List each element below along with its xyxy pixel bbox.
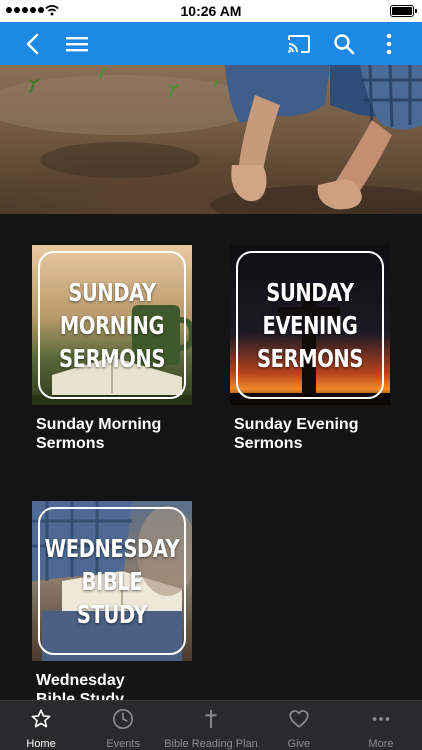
tab-give[interactable]: Give: [258, 701, 340, 750]
hero-image: [0, 65, 422, 214]
thumb-line: MORNING: [59, 310, 165, 340]
more-options-button[interactable]: [369, 22, 409, 65]
thumb-line: SERMONS: [256, 343, 364, 373]
thumb-line: WEDNESDAY: [44, 533, 180, 563]
tab-events[interactable]: Events: [82, 701, 164, 750]
status-bar: 10:26 AM: [0, 0, 422, 22]
sunday-evening-thumbnail: SUNDAY EVENING SERMONS: [230, 245, 390, 405]
tab-label: Home: [26, 738, 56, 750]
card-title: Wednesday Bible Study: [36, 672, 125, 700]
thumb-line: BIBLE: [81, 566, 143, 596]
more-horizontal-icon: [372, 717, 390, 721]
back-button[interactable]: [12, 22, 52, 65]
cross-icon: [205, 709, 217, 729]
tab-label: More: [368, 738, 394, 750]
search-button[interactable]: [324, 22, 364, 65]
card-title: Sunday Evening Sermons: [234, 416, 359, 452]
thumb-line: EVENING: [262, 310, 358, 340]
sunday-morning-thumbnail: SUNDAY MORNING SERMONS: [32, 245, 192, 405]
app-bar: [0, 22, 422, 65]
battery-icon: [390, 5, 417, 17]
thumb-line: STUDY: [76, 599, 148, 629]
heart-icon: [289, 710, 309, 728]
back-chevron-icon: [26, 33, 39, 54]
status-time: 10:26 AM: [180, 3, 242, 19]
card-wednesday-bible-study[interactable]: WEDNESDAY BIBLE STUDY Wednesday Bible St…: [32, 501, 196, 700]
card-title: Sunday Morning Sermons: [36, 416, 162, 452]
tab-label: Events: [106, 738, 140, 750]
cast-button[interactable]: [279, 22, 319, 65]
tab-label: Give: [287, 738, 311, 750]
thumb-line: SERMONS: [58, 343, 166, 373]
search-icon: [334, 33, 355, 54]
menu-button[interactable]: [57, 22, 97, 65]
tab-more[interactable]: More: [340, 701, 422, 750]
tab-bar: Home Events Bible Reading Plan Give More: [0, 700, 422, 750]
sermon-series-grid: SUNDAY MORNING SERMONS Sunday Morning Se…: [0, 214, 422, 700]
menu-icon: [66, 36, 88, 51]
card-sunday-evening-sermons[interactable]: SUNDAY EVENING SERMONS Sunday Evening Se…: [230, 245, 394, 453]
thumb-line: SUNDAY: [266, 277, 354, 307]
cast-icon: [288, 34, 310, 53]
thumb-line: SUNDAY: [68, 277, 156, 307]
card-sunday-morning-sermons[interactable]: SUNDAY MORNING SERMONS Sunday Morning Se…: [32, 245, 196, 453]
clock-icon: [113, 709, 134, 729]
hands-planting-seeds-photo: [0, 65, 422, 214]
tab-home[interactable]: Home: [0, 701, 82, 750]
wednesday-bible-study-thumbnail: WEDNESDAY BIBLE STUDY: [32, 501, 192, 661]
star-icon: [31, 709, 51, 728]
more-vertical-icon: [386, 33, 392, 54]
tab-label: Bible Reading Plan: [164, 738, 258, 750]
tab-bible-reading-plan[interactable]: Bible Reading Plan: [164, 701, 258, 750]
